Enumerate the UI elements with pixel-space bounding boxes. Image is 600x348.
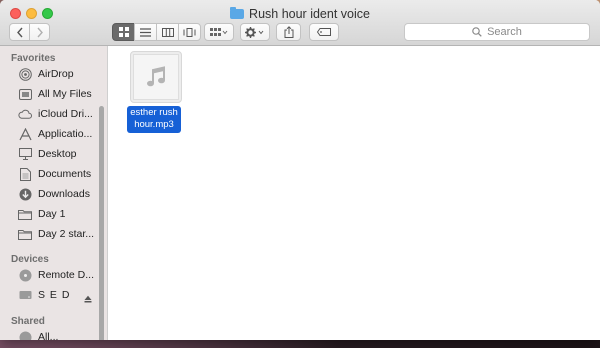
tag-icon [317,28,331,36]
file-browser-content: esther rush hour.mp3 [108,46,600,340]
search-icon [472,27,482,37]
eject-button[interactable] [84,290,92,308]
drive-icon [18,288,32,302]
sidebar-item-downloads[interactable]: Downloads [18,185,102,203]
list-view-button[interactable] [134,23,157,41]
share-icon [284,26,293,38]
devices-header: Devices [11,254,49,265]
eject-icon [84,295,92,303]
desktop-icon [18,147,32,161]
applications-icon [18,127,32,141]
window-title: Rush hour ident voice [0,7,600,21]
sidebar-scrollbar[interactable] [99,106,104,340]
sidebar-item-label: Documents [38,168,92,180]
file-name-line-2: hour.mp3 [134,119,174,130]
downloads-icon [18,187,32,201]
action-button[interactable] [240,23,270,41]
forward-button[interactable] [29,23,50,41]
gear-icon [245,26,264,38]
sidebar-item-desktop[interactable]: Desktop [18,145,102,163]
tag-button[interactable] [309,23,339,41]
view-mode-control [112,23,201,41]
sidebar: Favorites AirDrop All My Files iCloud Dr… [0,46,108,340]
search-placeholder: Search [487,26,522,38]
audio-file-thumbnail [133,54,179,100]
sidebar-item-label: All... [38,331,59,340]
chevron-right-icon [36,27,43,37]
shared-header: Shared [11,316,45,327]
chevron-left-icon [16,27,23,37]
airdrop-icon [18,67,32,81]
cover-flow-icon [183,27,196,37]
sidebar-item-day-1[interactable]: Day 1 [18,205,102,223]
music-note-icon [147,66,165,87]
file-icon-tile[interactable] [130,51,182,103]
sidebar-item-label: Downloads [38,188,90,200]
cover-flow-view-button[interactable] [178,23,201,41]
sidebar-item-label: Day 1 [38,208,66,220]
column-view-button[interactable] [156,23,179,41]
sidebar-item-applications[interactable]: Applicatio... [18,125,102,143]
folder-icon [18,207,32,221]
grid-arrange-icon [210,27,228,36]
all-files-icon [18,87,32,101]
sidebar-item-remote-disc[interactable]: Remote D... [18,266,102,284]
search-field[interactable]: Search [404,23,590,41]
folder-icon [18,227,32,241]
folder-icon [230,7,245,19]
sidebar-item-label: S E D [38,289,71,301]
finder-window: Rush hour ident voice Search Favorites A… [0,0,600,340]
icon-view-button[interactable] [112,23,135,41]
sidebar-item-shared-all[interactable]: All... [18,328,102,340]
sidebar-item-label: iCloud Dri... [38,108,93,120]
sidebar-item-label: All My Files [38,88,92,100]
sidebar-item-icloud-drive[interactable]: iCloud Dri... [18,105,102,123]
favorites-header: Favorites [11,53,56,64]
sidebar-item-airdrop[interactable]: AirDrop [18,65,102,83]
disc-icon [18,268,32,282]
sidebar-item-label: Remote D... [38,269,95,281]
file-name-line-1: esther rush [130,107,178,118]
sidebar-item-all-my-files[interactable]: All My Files [18,85,102,103]
list-icon [140,27,151,37]
cloud-icon [18,107,32,121]
grid-icon [118,27,129,37]
sidebar-item-label: Applicatio... [38,128,93,140]
sidebar-item-documents[interactable]: Documents [18,165,102,183]
sidebar-item-day-2[interactable]: Day 2 star... [18,225,102,243]
documents-icon [18,167,32,181]
network-icon [18,330,32,340]
arrange-button[interactable] [204,23,234,41]
file-name-label[interactable]: esther rush hour.mp3 [127,106,181,133]
sidebar-item-label: AirDrop [38,68,74,80]
window-title-text: Rush hour ident voice [249,7,370,21]
back-button[interactable] [9,23,30,41]
sidebar-item-label: Day 2 star... [38,228,95,240]
share-button[interactable] [276,23,301,41]
title-bar: Rush hour ident voice Search [0,0,600,46]
columns-icon [161,27,174,37]
sidebar-item-label: Desktop [38,148,77,160]
